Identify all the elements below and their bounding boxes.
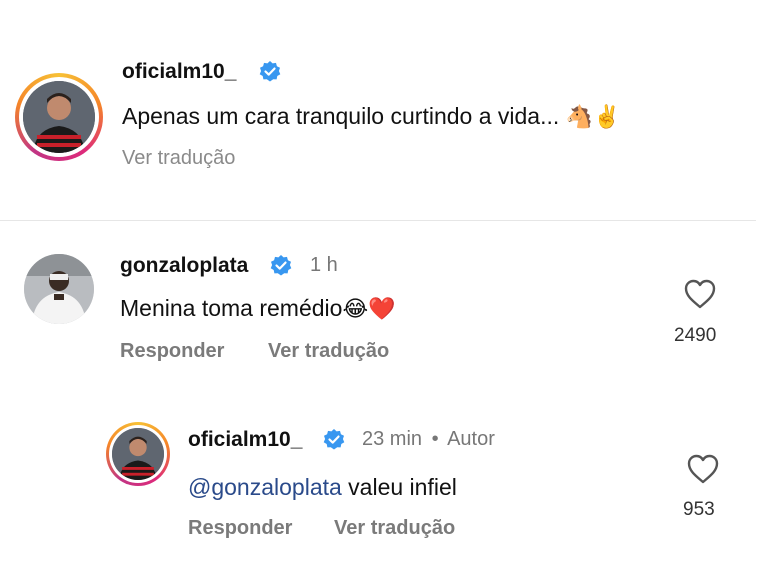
mention-link[interactable]: @gonzaloplata bbox=[188, 474, 342, 500]
caption-text: Apenas um cara tranquilo curtindo a vida… bbox=[122, 103, 566, 129]
comment-avatar[interactable] bbox=[24, 254, 94, 324]
reply-username[interactable]: oficialm10_ bbox=[188, 428, 302, 452]
avatar-image bbox=[24, 254, 94, 324]
post-caption: Apenas um cara tranquilo curtindo a vida… bbox=[122, 103, 620, 130]
horse-peace-emoji: 🐴✌️ bbox=[565, 104, 621, 129]
reply-avatar[interactable] bbox=[112, 428, 164, 480]
meta-separator: • bbox=[431, 428, 439, 450]
reply-button[interactable]: Responder bbox=[188, 517, 292, 540]
reply-text: @gonzaloplata valeu infiel bbox=[188, 474, 457, 501]
heart-icon[interactable] bbox=[686, 453, 720, 485]
verified-icon bbox=[270, 255, 292, 276]
heart-icon[interactable] bbox=[683, 278, 717, 310]
avatar-image bbox=[23, 81, 95, 153]
post-username[interactable]: oficialm10_ bbox=[122, 60, 236, 84]
reply-body: valeu infiel bbox=[341, 474, 457, 500]
like-count: 2490 bbox=[674, 325, 717, 346]
comment-username[interactable]: gonzaloplata bbox=[120, 254, 248, 278]
laugh-heart-emoji: 😂❤️ bbox=[342, 296, 396, 321]
comment-timestamp: 1 h bbox=[310, 254, 338, 276]
verified-icon bbox=[259, 61, 281, 82]
post-translate-link[interactable]: Ver tradução bbox=[122, 147, 235, 170]
avatar-image bbox=[112, 428, 164, 480]
divider bbox=[0, 220, 756, 221]
verified-icon bbox=[323, 429, 345, 450]
reply-meta: 23 min • Autor bbox=[362, 428, 495, 451]
translate-link[interactable]: Ver tradução bbox=[334, 517, 455, 540]
reply-button[interactable]: Responder bbox=[120, 340, 224, 363]
avatar[interactable] bbox=[23, 81, 95, 153]
translate-link[interactable]: Ver tradução bbox=[268, 340, 389, 363]
like-count: 953 bbox=[683, 499, 715, 520]
reply-timestamp: 23 min bbox=[362, 428, 423, 450]
author-label: Autor bbox=[447, 428, 495, 450]
comment-text: Menina toma remédio😂❤️ bbox=[120, 295, 396, 322]
comment-body: Menina toma remédio bbox=[120, 295, 343, 321]
